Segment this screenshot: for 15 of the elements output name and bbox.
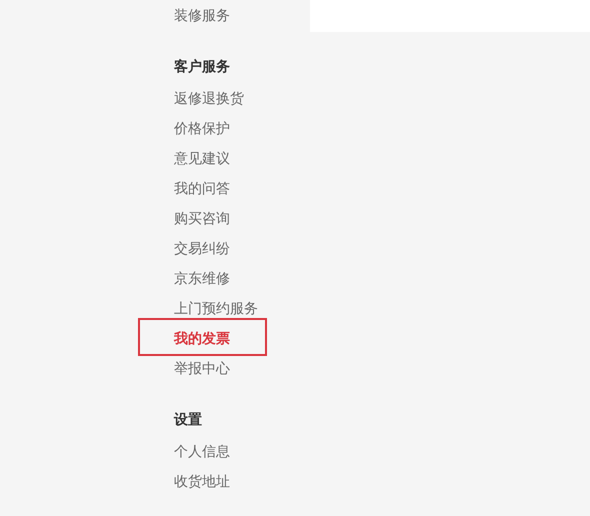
section-heading: 客户服务 <box>174 58 231 77</box>
sidebar-link[interactable]: 个人信息 <box>174 442 230 462</box>
sidebar-link[interactable]: 意见建议 <box>174 149 230 169</box>
sidebar-link[interactable]: 返修退换货 <box>174 89 244 109</box>
sidebar-link[interactable]: 装修服务 <box>174 6 230 26</box>
sidebar-link[interactable]: 京东维修 <box>174 269 230 289</box>
sidebar-link[interactable]: 购买咨询 <box>174 209 230 229</box>
sidebar-link[interactable]: 上门预约服务 <box>174 299 258 319</box>
sidebar-link[interactable]: 价格保护 <box>174 119 230 139</box>
sidebar-link[interactable]: 交易纠纷 <box>174 239 230 259</box>
sidebar-link[interactable]: 收货地址 <box>174 472 230 492</box>
sidebar-link[interactable]: 我的问答 <box>174 179 230 199</box>
sidebar-link[interactable]: 举报中心 <box>174 359 230 379</box>
sidebar-link[interactable]: 我的发票 <box>174 329 230 349</box>
section-heading: 设置 <box>174 411 203 430</box>
